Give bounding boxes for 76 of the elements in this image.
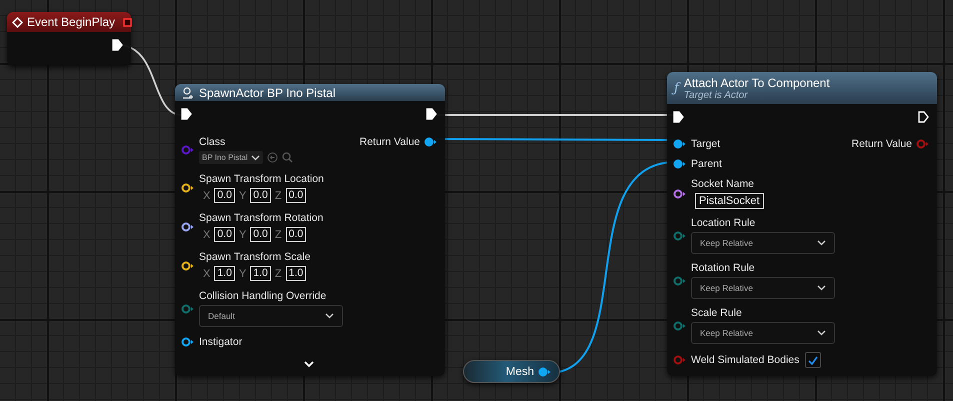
search-icon[interactable] <box>282 152 293 163</box>
axis-label: Z <box>274 228 282 240</box>
axis-label: Y <box>238 190 246 202</box>
pin-label: Socket Name <box>691 178 756 190</box>
pin-icon[interactable] <box>673 188 686 198</box>
function-glyph: ƒ <box>674 80 679 96</box>
function-node[interactable] <box>175 84 445 376</box>
node-title: SpawnActor BP Ino Pistal <box>199 86 336 100</box>
chevron-down-icon <box>250 154 260 160</box>
diamond-icon <box>12 16 23 28</box>
node-title: Attach Actor To Component <box>684 76 830 90</box>
pin-label: Spawn Transform Location <box>199 173 324 185</box>
number-field[interactable]: 0.0 <box>214 227 235 242</box>
spawn-icon <box>182 86 194 98</box>
axis-label: Z <box>274 190 282 202</box>
pin-label: Class <box>199 136 226 148</box>
text-field[interactable]: PistalSocket <box>695 193 764 209</box>
dropdown[interactable]: Keep Relative <box>691 232 835 254</box>
pin-icon[interactable] <box>181 337 194 347</box>
class-dropdown[interactable]: BP Ino Pistal <box>199 151 263 164</box>
pin-icon[interactable] <box>673 159 686 169</box>
chevron-down-icon <box>817 285 826 291</box>
pin-label: Instigator <box>199 336 242 348</box>
number-field[interactable]: 1.0 <box>250 266 271 281</box>
axis-label: Z <box>274 268 282 280</box>
axis-label: Y <box>238 228 246 240</box>
function-node[interactable]: ƒ Attach Actor To Component Target is Actor Target Return Value Parent Socket Name PistalSocket Location Rule Keep Relative Rotation Rule Keep Relative Scale Rule Keep Relative Weld Simulated Bodies <box>667 72 937 376</box>
exec-pin-icon[interactable] <box>112 39 123 51</box>
axis-label: X <box>203 228 210 240</box>
number-field[interactable]: 0.0 <box>286 227 306 242</box>
pin-label: Collision Handling Override <box>199 290 328 302</box>
pin-label: Rotation Rule <box>691 262 756 274</box>
number-field[interactable]: 0.0 <box>250 188 271 203</box>
number-field[interactable]: 0.0 <box>214 188 235 203</box>
checkbox[interactable] <box>805 352 822 368</box>
pin-label: Spawn Transform Rotation <box>199 212 324 224</box>
axis-label: X <box>203 268 210 280</box>
expand-button[interactable] <box>304 361 314 368</box>
number-field[interactable]: 0.0 <box>286 188 306 203</box>
event-node[interactable]: Event BeginPlay <box>7 12 131 66</box>
dropdown[interactable]: Keep Relative <box>691 322 835 344</box>
chevron-down-icon <box>817 240 826 246</box>
node-title: Mesh <box>506 366 534 378</box>
use-selected-icon[interactable] <box>266 152 278 163</box>
chevron-down-icon <box>817 330 826 336</box>
pin-label: Target <box>691 138 720 150</box>
delegate-pin-icon[interactable] <box>123 18 132 26</box>
dropdown[interactable]: Default <box>199 305 343 327</box>
number-field[interactable]: 1.0 <box>286 266 306 281</box>
axis-label: X <box>203 190 210 202</box>
exec-pin-icon[interactable] <box>426 108 437 120</box>
pin-icon[interactable] <box>181 261 194 271</box>
pin-label: Scale Rule <box>691 307 743 319</box>
dropdown[interactable]: Keep Relative <box>691 277 835 299</box>
chevron-down-icon <box>325 313 334 319</box>
pin-label: Location Rule <box>691 217 756 229</box>
pin-icon[interactable] <box>181 183 194 193</box>
node-subtitle: Target is Actor <box>684 90 749 100</box>
variable-node[interactable]: Mesh <box>463 360 560 383</box>
exec-pin-icon[interactable] <box>181 108 192 120</box>
pin-label: Return Value <box>359 136 420 148</box>
pin-icon[interactable] <box>673 139 686 149</box>
checkmark-icon <box>808 356 818 364</box>
pin-label: Weld Simulated Bodies <box>691 354 800 366</box>
number-field[interactable]: 1.0 <box>214 266 235 281</box>
pin-label: Return Value <box>851 138 912 150</box>
exec-pin-icon[interactable] <box>918 111 929 123</box>
pin-icon[interactable] <box>181 222 194 232</box>
pin-icon[interactable] <box>424 137 437 147</box>
number-field[interactable]: 0.0 <box>250 227 271 242</box>
pin-label: Spawn Transform Scale <box>199 251 310 263</box>
pin-label: Parent <box>691 158 722 170</box>
axis-label: Y <box>238 268 246 280</box>
pin-icon[interactable] <box>538 366 551 376</box>
exec-pin-icon[interactable] <box>673 111 684 123</box>
node-title: Event BeginPlay <box>27 15 116 29</box>
